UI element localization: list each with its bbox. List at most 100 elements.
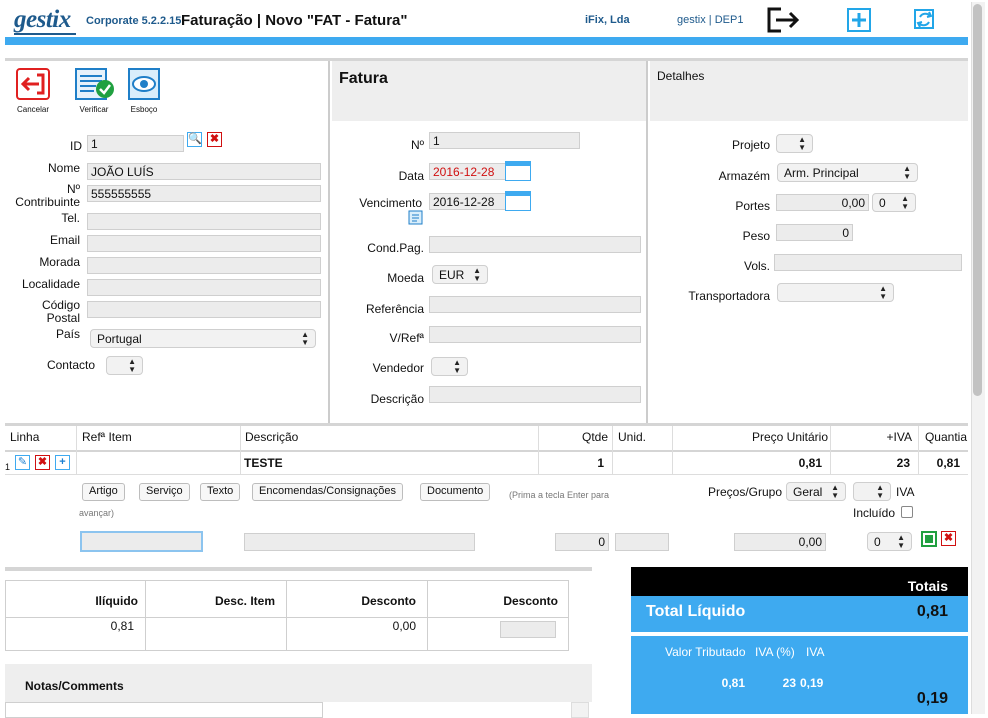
select-arrows-icon: ▲ ▼ <box>897 532 905 550</box>
select-arrows-icon: ▲ ▼ <box>798 134 806 152</box>
weight-label: Peso <box>742 229 770 243</box>
new-description-input[interactable] <box>244 533 475 551</box>
draft-eye-icon <box>128 68 160 100</box>
client-tel-input[interactable] <box>87 213 321 230</box>
cancel-button[interactable]: Cancelar <box>15 68 51 114</box>
client-country-select[interactable]: Portugal ▲ ▼ <box>90 329 316 348</box>
col-header-vat: +IVA <box>886 430 912 444</box>
search-icon[interactable]: 🔍 <box>187 132 202 147</box>
vref-input[interactable] <box>429 326 641 343</box>
client-address-input[interactable] <box>87 257 321 274</box>
client-email-input[interactable] <box>87 235 321 252</box>
date-calendar-icon[interactable] <box>505 161 531 181</box>
carrier-label: Transportadora <box>688 289 770 303</box>
net-total-value: 0,81 <box>916 603 948 620</box>
col-header-unit: Unid. <box>618 430 647 444</box>
invoice-section-title: Fatura <box>339 70 388 87</box>
shipping-input[interactable]: 0,00 <box>776 194 869 211</box>
invoice-date-input[interactable]: 2016-12-28 <box>429 163 506 180</box>
vat-total-value: 0,19 <box>916 690 948 707</box>
summary-discount-input[interactable] <box>500 621 556 638</box>
due-calendar-icon[interactable] <box>505 191 531 211</box>
vref-label: V/Refª <box>389 331 424 345</box>
project-select[interactable]: ▲ ▼ <box>776 134 813 153</box>
client-name-input[interactable]: JOÃO LUÍS <box>87 163 321 180</box>
panel-divider-right <box>646 61 648 423</box>
new-qty-input[interactable]: 0 <box>555 533 609 551</box>
logout-icon[interactable] <box>766 6 802 34</box>
due-terms-icon[interactable] <box>408 210 423 225</box>
invoice-number-input[interactable]: 1 <box>429 132 580 149</box>
price-group-select[interactable]: Geral ▲ ▼ <box>786 482 846 501</box>
line-amount[interactable]: 0,81 <box>921 456 960 470</box>
invoice-number-label: Nº <box>410 138 424 152</box>
client-contact-select[interactable]: ▲ ▼ <box>106 356 143 375</box>
currency-select[interactable]: EUR ▲ ▼ <box>432 265 488 284</box>
delete-line-icon[interactable]: ✖ <box>35 455 50 470</box>
vat-included-checkbox[interactable] <box>901 506 913 518</box>
summary-table <box>5 580 569 651</box>
new-price-input[interactable]: 0,00 <box>734 533 826 551</box>
header-accent-bar <box>5 37 968 45</box>
weight-input[interactable]: 0 <box>776 224 853 241</box>
net-total-label: Total Líquido <box>646 603 746 620</box>
notes-textarea[interactable] <box>5 702 323 718</box>
shipping-vat-select[interactable]: 0 ▲ ▼ <box>872 193 916 212</box>
client-id-input[interactable]: 1 <box>87 135 184 152</box>
client-country-label: País <box>55 327 80 341</box>
invoice-due-input[interactable]: 2016-12-28 <box>429 193 506 210</box>
col-sep <box>538 426 539 475</box>
select-arrows-icon: ▲ ▼ <box>453 357 461 375</box>
col-header-ref: Refª Item <box>82 430 132 444</box>
gestix-logo[interactable]: gestix <box>14 6 71 34</box>
new-document-icon[interactable] <box>847 8 871 32</box>
description-input[interactable] <box>429 386 641 403</box>
verify-button[interactable]: Verificar <box>74 68 116 114</box>
col-header-price: Preço Unitário <box>751 430 828 444</box>
client-email-label: Email <box>49 233 80 247</box>
taxable-label: Valor Tributado <box>665 645 746 659</box>
col-sep <box>830 426 831 475</box>
reference-input[interactable] <box>429 296 641 313</box>
line-description[interactable]: TESTE <box>244 456 283 470</box>
scrollbar-thumb[interactable] <box>973 4 982 396</box>
clear-icon[interactable]: ✖ <box>207 132 222 147</box>
line-price[interactable]: 0,81 <box>700 456 822 470</box>
confirm-line-icon[interactable] <box>921 531 937 547</box>
summary-header-discount: Desconto <box>361 594 416 608</box>
project-label: Projeto <box>731 138 770 152</box>
new-vat-select[interactable]: 0 ▲ ▼ <box>867 532 912 551</box>
select-arrows-icon: ▲ ▼ <box>903 163 911 181</box>
edit-line-icon[interactable]: ✎ <box>15 455 30 470</box>
client-city-input[interactable] <box>87 279 321 296</box>
warehouse-select[interactable]: Arm. Principal ▲ ▼ <box>777 163 918 182</box>
page-title: Faturação | Novo "FAT - Fatura" <box>181 12 408 29</box>
new-ref-input[interactable] <box>80 531 203 552</box>
client-city-label: Localidade <box>21 277 80 291</box>
insert-line-icon[interactable]: + <box>55 455 70 470</box>
col-header-desc: Descrição <box>245 430 299 444</box>
volumes-label: Vols. <box>743 259 770 273</box>
refresh-document-icon[interactable] <box>913 6 939 32</box>
cancel-line-icon[interactable]: ✖ <box>941 531 956 546</box>
client-postal-input[interactable] <box>87 301 321 318</box>
client-nif-input[interactable]: 555555555 <box>87 185 321 202</box>
shipping-vat-value: 0 <box>879 195 886 210</box>
price-group-vat-select[interactable]: ▲ ▼ <box>853 482 891 501</box>
carrier-select[interactable]: ▲ ▼ <box>777 283 894 302</box>
seller-select[interactable]: ▲ ▼ <box>431 357 468 376</box>
summary-header-gross: Ilíquido <box>95 594 138 608</box>
line-qty[interactable]: 1 <box>560 456 604 470</box>
price-group-value: Geral <box>793 484 823 499</box>
shipping-label: Portes <box>735 199 770 213</box>
notes-scroll[interactable] <box>571 702 589 718</box>
invoice-date-label: Data <box>398 169 424 183</box>
verify-icon <box>75 68 114 100</box>
line-vat[interactable]: 23 <box>850 456 910 470</box>
payment-terms-input[interactable] <box>429 236 641 253</box>
draft-button[interactable]: Esboço <box>127 68 161 114</box>
vat-amount-value: 0,19 <box>800 676 824 690</box>
vat-label: IVA <box>896 485 915 499</box>
volumes-input[interactable] <box>774 254 962 271</box>
new-unit-input[interactable] <box>615 533 669 551</box>
